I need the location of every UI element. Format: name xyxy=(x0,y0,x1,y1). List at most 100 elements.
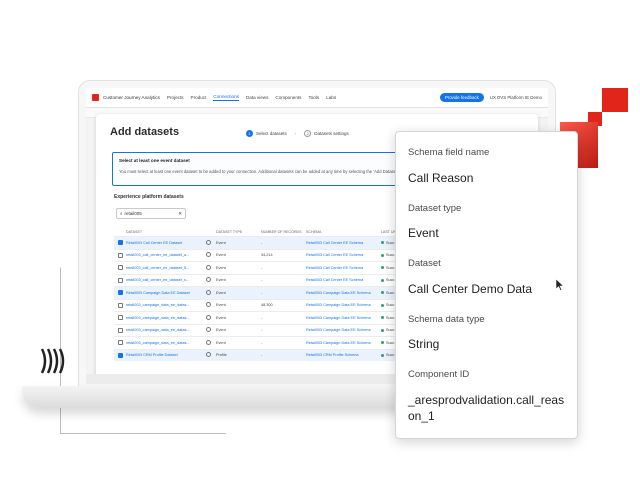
dataset-name-link[interactable]: retail003_call_center_ee_dataset_a... xyxy=(126,253,206,257)
dataset-table: Retail003 Call Center EE Dataset Event - Re… xyxy=(114,236,414,361)
schema-link[interactable]: Retail003 Call Center EE Schema xyxy=(306,253,381,257)
schema-link[interactable]: Retail003 Call Center EE Schema xyxy=(306,241,381,245)
status-dot-icon xyxy=(381,341,384,345)
dataset-name-link[interactable]: retail003_call_center_ee_dataset_5... xyxy=(126,266,206,270)
dataset-name-link[interactable]: Retail003 CRM Profile Dataset xyxy=(126,353,206,357)
table-row[interactable]: retail003_call_center_ee_dataset_s... Eve… xyxy=(114,273,414,287)
dataset-name-link[interactable]: Retail003 Call Center EE Dataset xyxy=(126,241,206,245)
table-row[interactable]: Retail003 Call Center EE Dataset Event - Re… xyxy=(114,236,414,249)
nav-product[interactable]: Product xyxy=(191,95,207,100)
dataset-type: Event xyxy=(216,340,226,345)
row-checkbox[interactable] xyxy=(117,302,123,308)
info-icon[interactable] xyxy=(206,252,211,258)
dataset-type: Event xyxy=(216,278,226,283)
status-dot-icon xyxy=(381,266,384,270)
status-text: Succ xyxy=(386,253,395,258)
table-row[interactable]: retail003_campaign_data_ee_datas... Event… xyxy=(114,323,414,337)
row-checkbox[interactable] xyxy=(117,252,123,258)
table-row[interactable]: retail003_campaign_data_ee_datas... Event… xyxy=(114,298,414,312)
schema-link[interactable]: Retail003 Call Center EE Schema xyxy=(306,278,381,282)
popover-field-value: _aresprodvalidation.call_reason_1 xyxy=(408,392,565,423)
info-icon[interactable] xyxy=(206,327,211,333)
step-number: 2 xyxy=(304,130,312,137)
status-dot-icon xyxy=(381,241,384,245)
column-header-records[interactable]: NUMBER OF RECORDS xyxy=(261,230,306,234)
row-checkbox[interactable] xyxy=(117,277,123,283)
dialog-title: Add datasets xyxy=(110,126,180,138)
column-header-type[interactable]: DATASET TYPE xyxy=(216,230,261,234)
schema-link[interactable]: Retail003 CRM Profile Schema xyxy=(306,353,381,357)
row-checkbox[interactable] xyxy=(117,315,123,321)
table-row[interactable]: retail003_campaign_data_ee_datas... Event… xyxy=(114,311,414,324)
nav-connections[interactable]: Connections xyxy=(213,94,239,101)
schema-link[interactable]: Retail003 Call Center EE Schema xyxy=(306,266,381,270)
info-icon[interactable] xyxy=(206,239,211,245)
dataset-name-link[interactable]: retail003_call_center_ee_dataset_s... xyxy=(126,278,206,282)
status-text: Succ xyxy=(386,340,395,345)
nav-data-views[interactable]: Data views xyxy=(246,95,268,100)
info-icon[interactable] xyxy=(206,352,211,358)
table-row[interactable]: retail003_call_center_ee_dataset_5... Eve… xyxy=(114,261,414,274)
search-query: retail005 xyxy=(124,211,142,216)
clear-icon[interactable]: ✕ xyxy=(178,211,182,217)
step-select-datasets[interactable]: Select datasets xyxy=(256,131,287,136)
schema-link[interactable]: Retail003 Campaign Data EE Schema xyxy=(306,341,381,345)
popover-field-label: Schema field name xyxy=(408,147,490,158)
step-datasets-settings[interactable]: Datasets settings xyxy=(314,131,349,136)
schema-link[interactable]: Retail003 Campaign Data EE Schema xyxy=(306,303,381,307)
column-header-dataset[interactable]: DATASET xyxy=(126,230,216,234)
nav-projects[interactable]: Projects xyxy=(167,95,184,100)
schema-link[interactable]: Retail003 Campaign Data EE Schema xyxy=(306,291,381,295)
status-dot-icon xyxy=(381,291,384,295)
app-title: Customer Journey Analytics xyxy=(103,95,160,100)
info-icon[interactable] xyxy=(206,264,211,270)
row-checkbox[interactable] xyxy=(117,290,123,296)
info-icon[interactable] xyxy=(206,302,211,308)
table-row[interactable]: Retail003 Campaign Data EE Dataset Event -… xyxy=(114,286,414,299)
dataset-name-link[interactable]: retail003_campaign_data_ee_datas... xyxy=(126,328,206,332)
table-header: DATASET DATASET TYPE NUMBER OF RECORDS S… xyxy=(114,228,414,236)
dataset-name-link[interactable]: retail003_campaign_data_ee_datas... xyxy=(126,303,206,307)
nav-components[interactable]: Components xyxy=(275,95,301,100)
nav-labs[interactable]: Labs xyxy=(326,95,336,100)
table-row[interactable]: retail003_campaign_data_ee_datas... Event… xyxy=(114,336,414,349)
schema-link[interactable]: Retail003 Campaign Data EE Schema xyxy=(306,316,381,320)
table-row[interactable]: Retail003 CRM Profile Dataset Profile - Ret… xyxy=(114,348,414,361)
table-row[interactable]: retail003_call_center_ee_dataset_a... Eve… xyxy=(114,248,414,262)
dataset-type: Event xyxy=(216,328,226,333)
info-icon[interactable] xyxy=(206,314,211,320)
dataset-type: Event xyxy=(216,290,226,295)
status-dot-icon xyxy=(381,328,384,332)
info-cell xyxy=(206,339,216,346)
info-cell xyxy=(206,302,216,308)
popover-field-value: Event xyxy=(408,226,439,241)
column-header-schema[interactable]: SCHEMA xyxy=(306,230,381,234)
row-checkbox-cell xyxy=(114,327,126,333)
status-text: Succ xyxy=(386,353,395,358)
row-checkbox[interactable] xyxy=(117,340,123,346)
row-checkbox[interactable] xyxy=(117,352,123,358)
dataset-name-link[interactable]: Retail003 Campaign Data EE Dataset xyxy=(126,291,206,295)
schema-link[interactable]: Retail003 Campaign Data EE Schema xyxy=(306,328,381,332)
row-checkbox[interactable] xyxy=(117,265,123,271)
adobe-logo-icon xyxy=(92,94,99,101)
org-switcher[interactable]: UX DVS Platform IE Demo xyxy=(490,95,542,100)
dataset-name-link[interactable]: retail003_campaign_data_ee_datas... xyxy=(126,316,206,320)
status-text: Succ xyxy=(386,328,395,333)
search-icon: ⌕ xyxy=(120,211,123,216)
provide-feedback-button[interactable]: Provide feedback xyxy=(439,93,484,102)
record-count: - xyxy=(261,240,263,245)
dataset-type: Event xyxy=(216,240,226,245)
dataset-search-input[interactable]: ⌕ retail005 ✕ xyxy=(116,208,186,219)
marketing-stage: Customer Journey Analytics Projects Prod… xyxy=(0,0,640,480)
info-icon[interactable] xyxy=(206,277,211,283)
row-checkbox[interactable] xyxy=(117,240,123,246)
dataset-name-link[interactable]: retail003_campaign_data_ee_datas... xyxy=(126,341,206,345)
info-icon[interactable] xyxy=(206,339,211,345)
popover-field-value: Call Center Demo Data xyxy=(408,281,533,296)
info-icon[interactable] xyxy=(206,289,211,295)
row-checkbox[interactable] xyxy=(117,327,123,333)
nav-tools[interactable]: Tools xyxy=(308,95,319,100)
mouse-pointer-icon xyxy=(556,279,565,291)
sound-waves-icon xyxy=(40,348,65,374)
